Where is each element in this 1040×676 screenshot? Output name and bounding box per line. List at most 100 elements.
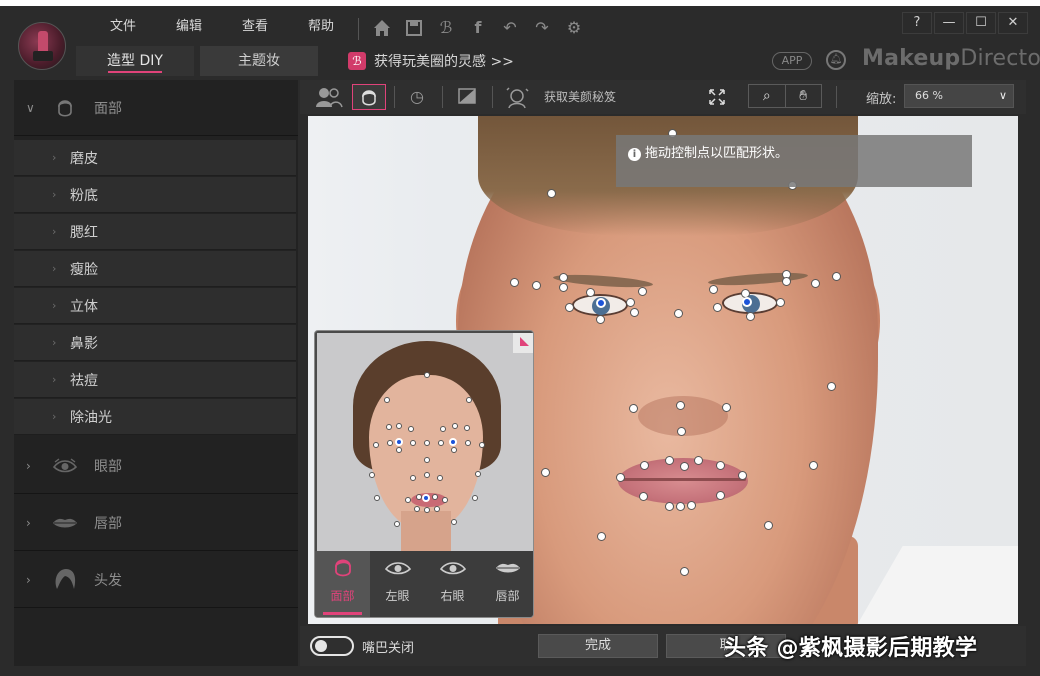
ref-tab-face[interactable]: 面部 — [315, 551, 370, 617]
hand-pan-icon[interactable]: ✋︎ — [784, 85, 822, 107]
control-point[interactable] — [597, 532, 606, 541]
ref-tab-left-eye[interactable]: 左眼 — [370, 551, 425, 617]
feature-item-foundation[interactable]: › 粉底 — [14, 177, 296, 213]
close-button[interactable]: ✕ — [998, 12, 1028, 34]
magnifier-icon[interactable]: ⌕ — [749, 85, 785, 107]
control-point[interactable] — [510, 278, 519, 287]
eye-icon — [370, 555, 425, 583]
redo-icon[interactable]: ↷ — [530, 16, 554, 40]
control-point[interactable] — [639, 492, 648, 501]
tab-theme-makeup[interactable]: 主题妆 — [200, 46, 318, 76]
feature-item-blush[interactable]: › 腮红 — [14, 214, 296, 250]
inspiration-link[interactable]: ℬ 获得玩美圈的灵感 >> — [348, 51, 514, 71]
ref-tab-right-eye[interactable]: 右眼 — [425, 551, 480, 617]
control-point[interactable] — [547, 189, 556, 198]
control-point[interactable] — [776, 298, 785, 307]
feature-item-skin-smoothing[interactable]: › 磨皮 — [14, 140, 296, 176]
control-point[interactable] — [716, 461, 725, 470]
settings-gear-icon[interactable]: ⚙ — [562, 16, 586, 40]
home-icon[interactable] — [370, 16, 394, 40]
menu-view[interactable]: 查看 — [222, 16, 288, 38]
quick-toolbar: ℬ f ↶ ↷ ⚙ — [370, 16, 586, 40]
beauty-circle-icon[interactable]: ℬ — [434, 16, 458, 40]
pupil-control-point[interactable] — [596, 298, 606, 308]
minimize-button[interactable]: — — [934, 12, 964, 34]
feature-item-shine-removal[interactable]: › 除油光 — [14, 399, 296, 435]
control-point[interactable] — [687, 501, 696, 510]
control-point[interactable] — [559, 283, 568, 292]
control-point[interactable] — [638, 287, 647, 296]
control-point[interactable] — [565, 303, 574, 312]
before-after-icon[interactable] — [450, 84, 484, 110]
control-point[interactable] — [630, 308, 639, 317]
control-point[interactable] — [541, 468, 550, 477]
control-point[interactable] — [746, 312, 755, 321]
category-hair[interactable]: › 头发 — [14, 552, 298, 608]
category-eyes[interactable]: › 眼部 — [14, 438, 298, 494]
fullscreen-icon[interactable] — [700, 84, 734, 110]
maximize-button[interactable]: ☐ — [966, 12, 996, 34]
control-point[interactable] — [709, 285, 718, 294]
control-point[interactable] — [626, 298, 635, 307]
control-point[interactable] — [677, 427, 686, 436]
control-point[interactable] — [764, 521, 773, 530]
control-point[interactable] — [716, 491, 725, 500]
category-face[interactable]: ∨ 面部 — [14, 80, 298, 136]
zoom-dropdown[interactable]: 66 % ∨ — [904, 84, 1014, 108]
control-point[interactable] — [674, 309, 683, 318]
control-point[interactable] — [809, 461, 818, 470]
control-point[interactable] — [596, 315, 605, 324]
control-point[interactable] — [680, 462, 689, 471]
undo-icon[interactable]: ↶ — [498, 16, 522, 40]
control-point[interactable] — [532, 281, 541, 290]
control-point[interactable] — [694, 456, 703, 465]
control-point[interactable] — [586, 288, 595, 297]
control-point[interactable] — [722, 403, 731, 412]
mouth-closed-toggle[interactable] — [310, 636, 354, 656]
category-lips[interactable]: › 唇部 — [14, 495, 298, 551]
control-point[interactable] — [616, 473, 625, 482]
facebook-icon[interactable]: f — [466, 16, 490, 40]
beauty-tips-link[interactable]: 获取美颜秘笈 — [544, 88, 616, 105]
pupil-control-point[interactable] — [742, 297, 752, 307]
feature-item-face-slim[interactable]: › 瘦脸 — [14, 251, 296, 287]
collapse-corner-icon[interactable] — [513, 333, 533, 353]
reference-point — [434, 506, 440, 512]
control-point[interactable] — [680, 567, 689, 576]
control-point[interactable] — [738, 471, 747, 480]
control-point[interactable] — [629, 404, 638, 413]
feature-item-nose-shadow[interactable]: › 鼻影 — [14, 325, 296, 361]
divider — [394, 86, 395, 108]
history-icon[interactable]: ◷ — [400, 84, 434, 110]
mode-tabs: 造型 DIY 主题妆 — [76, 46, 318, 76]
brand-bold: Makeup — [862, 46, 961, 71]
control-point[interactable] — [559, 273, 568, 282]
save-icon[interactable] — [402, 16, 426, 40]
done-button[interactable]: 完成 — [538, 634, 658, 658]
control-point[interactable] — [665, 456, 674, 465]
beauty-tips-icon[interactable] — [500, 84, 534, 110]
ref-tab-lips[interactable]: 唇部 — [480, 551, 533, 617]
feature-item-contour[interactable]: › 立体 — [14, 288, 296, 324]
notification-bell-icon[interactable]: 🔔︎ — [826, 50, 846, 70]
app-badge[interactable]: APP — [772, 52, 812, 70]
control-point[interactable] — [676, 401, 685, 410]
help-button[interactable]: ? — [902, 12, 932, 34]
control-point[interactable] — [827, 382, 836, 391]
reference-point — [424, 507, 430, 513]
menu-file[interactable]: 文件 — [90, 16, 156, 38]
control-point[interactable] — [713, 303, 722, 312]
compare-faces-icon[interactable] — [312, 84, 346, 110]
control-point[interactable] — [811, 279, 820, 288]
tab-style-diy[interactable]: 造型 DIY — [76, 46, 194, 76]
menu-help[interactable]: 帮助 — [288, 16, 354, 38]
control-point[interactable] — [832, 272, 841, 281]
feature-item-blemish-removal[interactable]: › 祛痘 — [14, 362, 296, 398]
menu-edit[interactable]: 编辑 — [156, 16, 222, 38]
control-point[interactable] — [665, 502, 674, 511]
control-point[interactable] — [782, 277, 791, 286]
face-points-tool-icon[interactable] — [352, 84, 386, 110]
control-point[interactable] — [640, 461, 649, 470]
face-icon — [58, 99, 72, 117]
control-point[interactable] — [676, 502, 685, 511]
